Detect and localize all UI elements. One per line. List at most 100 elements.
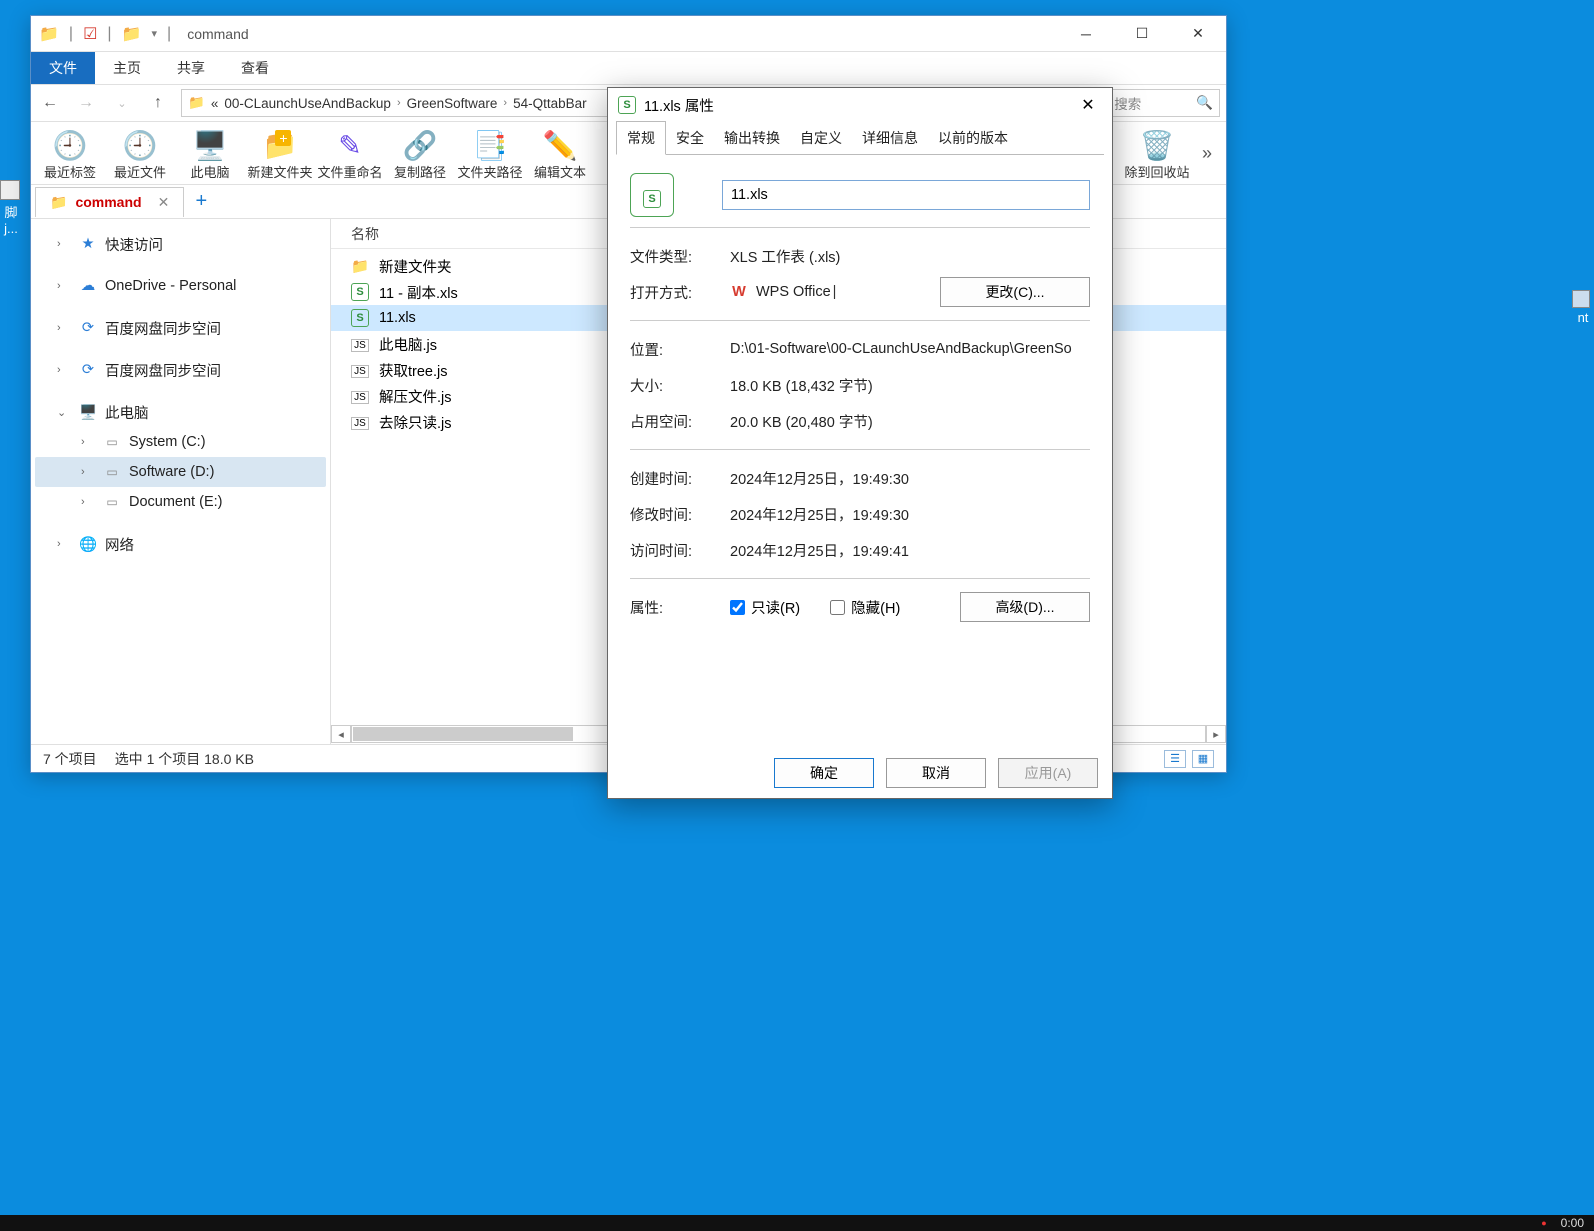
- titlebar[interactable]: | ☑ | ▾ | command ─ ☐ ✕: [31, 16, 1226, 52]
- toolbar-this-pc[interactable]: 🖥️ 此电脑: [175, 122, 245, 184]
- toolbar-edit-text[interactable]: ✏️ 编辑文本: [525, 122, 595, 184]
- filename-input[interactable]: [722, 180, 1090, 210]
- chevron-right-icon[interactable]: ›: [57, 538, 71, 550]
- column-header-name[interactable]: 名称: [351, 224, 379, 244]
- change-app-button[interactable]: 更改(C)...: [940, 277, 1090, 307]
- desktop-icon-label-2: j...: [4, 221, 18, 236]
- dialog-actions: 确定 取消 应用(A): [608, 748, 1112, 798]
- desktop-icon-fragment[interactable]: 脚 j...: [0, 180, 22, 236]
- chevron-right-icon[interactable]: ›: [397, 97, 401, 109]
- file-name: 此电脑.js: [379, 334, 437, 355]
- toolbar-new-folder[interactable]: 📁+ 新建文件夹: [245, 122, 315, 184]
- trash-icon: 🗑️: [1140, 128, 1175, 162]
- network-icon: [79, 536, 97, 553]
- scroll-left-button[interactable]: ◂: [331, 725, 351, 743]
- search-icon[interactable]: 🔍: [1196, 95, 1213, 111]
- chevron-right-icon[interactable]: ›: [57, 238, 71, 250]
- toolbar-recent-tabs[interactable]: 🕘 最近标签: [35, 122, 105, 184]
- desktop-icon-right-fragment[interactable]: nt: [1572, 290, 1594, 325]
- ribbon-tab-home[interactable]: 主页: [95, 52, 159, 84]
- nav-this-pc[interactable]: ⌄ 此电脑: [35, 397, 326, 427]
- advanced-button[interactable]: 高级(D)...: [960, 592, 1090, 622]
- chevron-right-icon[interactable]: ›: [81, 496, 95, 508]
- tab-security[interactable]: 安全: [666, 122, 714, 154]
- apply-button[interactable]: 应用(A): [998, 758, 1098, 788]
- tab-general[interactable]: 常规: [616, 121, 666, 155]
- chevron-right-icon[interactable]: ›: [81, 436, 95, 448]
- nav-onedrive[interactable]: › OneDrive - Personal: [35, 271, 326, 301]
- folder-tab[interactable]: command ✕: [35, 187, 184, 217]
- qat-dropdown-icon[interactable]: ▾: [152, 27, 158, 40]
- toolbar-copy-path[interactable]: 🔗 复制路径: [385, 122, 455, 184]
- readonly-checkbox[interactable]: 只读(R): [730, 597, 800, 618]
- drive-icon: [103, 464, 121, 480]
- wps-icon: W: [730, 283, 748, 301]
- chevron-down-icon[interactable]: ⌄: [57, 406, 71, 419]
- ribbon-tab-file[interactable]: 文件: [31, 52, 95, 84]
- minimize-button[interactable]: ─: [1058, 17, 1114, 51]
- label-created: 创建时间:: [630, 468, 730, 489]
- toolbar-overflow-button[interactable]: »: [1192, 143, 1222, 164]
- ribbon-tab-view[interactable]: 查看: [223, 52, 287, 84]
- toolbar-rename[interactable]: ✎ 文件重命名: [315, 122, 385, 184]
- drive-icon: [103, 494, 121, 510]
- close-button[interactable]: ✕: [1170, 17, 1226, 51]
- nav-up-button[interactable]: ↑: [145, 90, 171, 116]
- breadcrumb-segment[interactable]: 00-CLaunchUseAndBackup: [224, 96, 391, 111]
- scroll-thumb[interactable]: [353, 727, 573, 741]
- hidden-checkbox[interactable]: 隐藏(H): [830, 597, 900, 618]
- breadcrumb-segment[interactable]: GreenSoftware: [407, 96, 498, 111]
- view-icons-button[interactable]: ▦: [1192, 750, 1214, 768]
- hidden-checkbox-input[interactable]: [830, 600, 845, 615]
- nav-forward-button[interactable]: →: [73, 90, 99, 116]
- properties-tabs: 常规 安全 输出转换 自定义 详细信息 以前的版本: [608, 122, 1112, 154]
- chevron-right-icon[interactable]: ›: [57, 280, 71, 292]
- nav-drive-c[interactable]: › System (C:): [35, 427, 326, 457]
- breadcrumb-segment[interactable]: 54-QttabBar: [513, 96, 587, 111]
- nav-drive-d[interactable]: › Software (D:): [35, 457, 326, 487]
- nav-network[interactable]: › 网络: [35, 529, 326, 559]
- checkbox-icon[interactable]: ☑: [83, 24, 97, 44]
- scroll-right-button[interactable]: ▸: [1206, 725, 1226, 743]
- taskbar[interactable]: ● 0:00: [0, 1215, 1594, 1231]
- tab-previous[interactable]: 以前的版本: [928, 122, 1018, 154]
- toolbar-folder-path[interactable]: 📑 文件夹路径: [455, 122, 525, 184]
- divider: [630, 449, 1090, 450]
- value-created: 2024年12月25日，19:49:30: [730, 468, 1090, 489]
- readonly-checkbox-input[interactable]: [730, 600, 745, 615]
- value-size: 18.0 KB (18,432 字节): [730, 375, 1090, 396]
- chevron-right-icon[interactable]: ›: [57, 322, 71, 334]
- value-modified: 2024年12月25日，19:49:30: [730, 504, 1090, 525]
- file-name: 解压文件.js: [379, 386, 452, 407]
- ok-button[interactable]: 确定: [774, 758, 874, 788]
- tab-custom[interactable]: 自定义: [790, 122, 852, 154]
- nav-history-dropdown[interactable]: ⌄: [109, 90, 135, 116]
- add-tab-button[interactable]: +: [188, 189, 214, 215]
- folder-icon: [50, 194, 67, 211]
- divider: [630, 578, 1090, 579]
- chevron-right-icon[interactable]: ›: [57, 364, 71, 376]
- new-folder-icon: 📁+: [263, 128, 298, 162]
- nav-baidu-sync1[interactable]: › 百度网盘同步空间: [35, 313, 326, 343]
- toolbar-recent-files[interactable]: 🕘 最近文件: [105, 122, 175, 184]
- toolbar-delete-to-recycle[interactable]: 🗑️ 除到回收站: [1122, 122, 1192, 184]
- chevron-right-icon[interactable]: ›: [81, 466, 95, 478]
- view-details-button[interactable]: ☰: [1164, 750, 1186, 768]
- cancel-button[interactable]: 取消: [886, 758, 986, 788]
- tab-output[interactable]: 输出转换: [714, 122, 790, 154]
- chevron-right-icon[interactable]: ›: [503, 97, 507, 109]
- close-tab-icon[interactable]: ✕: [158, 194, 170, 211]
- maximize-button[interactable]: ☐: [1114, 17, 1170, 51]
- close-button[interactable]: ✕: [1074, 93, 1102, 117]
- nav-drive-e[interactable]: › Document (E:): [35, 487, 326, 517]
- divider: [630, 227, 1090, 228]
- dialog-titlebar[interactable]: 11.xls 属性 ✕: [608, 88, 1112, 122]
- label-size: 大小:: [630, 375, 730, 396]
- nav-back-button[interactable]: ←: [37, 90, 63, 116]
- tab-details[interactable]: 详细信息: [852, 122, 928, 154]
- cloud-icon: [79, 278, 97, 294]
- separator: |: [107, 25, 111, 43]
- ribbon-tab-share[interactable]: 共享: [159, 52, 223, 84]
- nav-quick-access[interactable]: › 快速访问: [35, 229, 326, 259]
- nav-baidu-sync2[interactable]: › 百度网盘同步空间: [35, 355, 326, 385]
